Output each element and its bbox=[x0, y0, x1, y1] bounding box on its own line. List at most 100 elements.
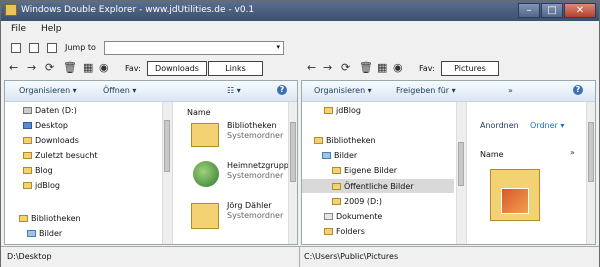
tree-item[interactable]: Bilder bbox=[27, 229, 62, 238]
tree-item[interactable]: jdBlog bbox=[23, 181, 60, 190]
tree-item-label: Desktop bbox=[35, 121, 68, 130]
arrange-dropdown[interactable]: Ordner ▾ bbox=[530, 121, 564, 130]
folder-icon bbox=[332, 167, 341, 174]
back-icon[interactable]: ← bbox=[9, 62, 18, 73]
right-fav-label: Fav: bbox=[419, 64, 435, 73]
tree-item[interactable]: jdBlog bbox=[324, 106, 361, 115]
refresh-icon[interactable]: ⟳ bbox=[341, 62, 350, 73]
more-commands-button[interactable]: » bbox=[508, 86, 513, 95]
tree-item-label: Bilder bbox=[334, 151, 358, 160]
folder-icon bbox=[332, 198, 341, 205]
tree-item-label: Bibliotheken bbox=[326, 136, 376, 145]
more-columns-icon[interactable]: » bbox=[570, 148, 575, 157]
file-name[interactable]: Bibliotheken bbox=[227, 121, 277, 130]
documents-icon bbox=[324, 213, 333, 220]
status-bar: D:\Desktop C:\Users\Public\Pictures bbox=[1, 246, 599, 267]
tree-item[interactable]: Daten (D:) bbox=[23, 106, 77, 115]
file-type: Systemordner bbox=[227, 171, 284, 180]
tree-item-label: Blog bbox=[35, 166, 53, 175]
close-button[interactable]: ✕ bbox=[564, 3, 596, 18]
right-tree-scrollbar[interactable] bbox=[456, 102, 466, 244]
open-button[interactable]: Öffnen ▾ bbox=[103, 86, 136, 95]
delete-icon[interactable]: 🗑 bbox=[359, 62, 373, 73]
tree-item-label: Downloads bbox=[35, 136, 79, 145]
title-bar[interactable]: Windows Double Explorer - www.jdUtilitie… bbox=[1, 1, 599, 21]
tree-item[interactable]: Blog bbox=[23, 166, 53, 175]
folder-icon bbox=[324, 228, 333, 235]
folder-icon bbox=[332, 183, 341, 190]
tree-item[interactable]: Downloads bbox=[23, 136, 79, 145]
view-icon[interactable]: ▦ bbox=[83, 62, 93, 73]
views-button[interactable]: ☷ ▾ bbox=[227, 86, 241, 95]
dropdown-arrow-icon[interactable]: ▾ bbox=[276, 43, 280, 51]
right-status-path: C:\Users\Public\Pictures bbox=[304, 252, 399, 261]
menu-file[interactable]: File bbox=[11, 24, 26, 34]
scrollbar-thumb[interactable] bbox=[588, 122, 594, 182]
name-column-header[interactable]: Name bbox=[187, 108, 211, 117]
right-nav-bar: ← → ⟳ 🗑 ▦ ◉ Fav: Pictures bbox=[301, 59, 599, 79]
tree-item[interactable]: Desktop bbox=[23, 121, 68, 130]
organize-button[interactable]: Organisieren ▾ bbox=[19, 86, 77, 95]
back-icon[interactable]: ← bbox=[307, 62, 316, 73]
left-command-bar: Organisieren ▾ Öffnen ▾ ☷ ▾ ? bbox=[5, 81, 297, 102]
tree-item[interactable]: Öffentliche Bilder bbox=[332, 182, 414, 191]
file-name[interactable]: Heimnetzgruppe bbox=[227, 161, 294, 170]
tree-item[interactable]: 2009 (D:) bbox=[332, 197, 382, 206]
recent-icon bbox=[23, 152, 32, 159]
single-pane-icon[interactable] bbox=[11, 43, 21, 53]
minimize-button[interactable]: – bbox=[518, 3, 540, 18]
tree-item[interactable]: Bilder bbox=[322, 151, 357, 160]
tree-item[interactable]: Folders bbox=[324, 227, 365, 236]
tree-item-label: Folders bbox=[336, 227, 365, 236]
user-folder-icon bbox=[191, 203, 219, 229]
jump-input[interactable]: ▾ bbox=[104, 41, 284, 55]
folder-icon bbox=[23, 167, 32, 174]
name-column-header[interactable]: Name bbox=[480, 150, 504, 159]
refresh-icon[interactable]: ⟳ bbox=[45, 62, 54, 73]
right-tab-pictures[interactable]: Pictures bbox=[441, 61, 499, 76]
forward-icon[interactable]: → bbox=[27, 62, 36, 73]
tree-item-label: Dokumente bbox=[336, 212, 383, 221]
tree-item-label: Zuletzt besucht bbox=[35, 151, 98, 160]
tree-item[interactable]: Bibliotheken bbox=[314, 136, 376, 145]
toggle-pane-icon[interactable] bbox=[47, 43, 57, 53]
eye-icon[interactable]: ◉ bbox=[99, 62, 109, 73]
organize-button[interactable]: Organisieren ▾ bbox=[314, 86, 372, 95]
scrollbar-thumb[interactable] bbox=[290, 122, 296, 182]
tree-item-label: Öffentliche Bilder bbox=[344, 182, 414, 191]
left-pane: Organisieren ▾ Öffnen ▾ ☷ ▾ ? Daten (D:)… bbox=[4, 80, 298, 245]
tree-item-label: Daten (D:) bbox=[35, 106, 77, 115]
tree-item[interactable]: Eigene Bilder bbox=[332, 166, 397, 175]
scrollbar-thumb[interactable] bbox=[164, 120, 170, 172]
pictures-icon bbox=[27, 230, 36, 237]
homegroup-icon bbox=[193, 161, 219, 187]
downloads-icon bbox=[23, 137, 32, 144]
scrollbar-thumb[interactable] bbox=[458, 142, 464, 186]
splitter[interactable] bbox=[466, 102, 467, 244]
tree-item-label: Bibliotheken bbox=[31, 214, 81, 223]
tree-item[interactable]: Dokumente bbox=[324, 212, 382, 221]
left-tab-downloads[interactable]: Downloads bbox=[147, 61, 207, 76]
left-file-scrollbar[interactable] bbox=[288, 102, 297, 244]
maximize-button[interactable]: □ bbox=[541, 3, 563, 18]
help-icon[interactable]: ? bbox=[277, 85, 287, 95]
tree-item[interactable]: Zuletzt besucht bbox=[23, 151, 98, 160]
left-tree-scrollbar[interactable] bbox=[162, 102, 172, 244]
splitter[interactable] bbox=[172, 102, 173, 244]
menu-help[interactable]: Help bbox=[41, 24, 62, 34]
thumbnail-preview bbox=[501, 188, 529, 214]
left-fav-label: Fav: bbox=[125, 64, 141, 73]
left-tab-links[interactable]: Links bbox=[208, 61, 263, 76]
folder-icon bbox=[324, 107, 333, 114]
help-icon[interactable]: ? bbox=[573, 85, 583, 95]
delete-icon[interactable]: 🗑 bbox=[63, 62, 77, 73]
view-icon[interactable]: ▦ bbox=[377, 62, 387, 73]
split-pane-icon[interactable] bbox=[29, 43, 39, 53]
eye-icon[interactable]: ◉ bbox=[393, 62, 403, 73]
tree-item[interactable]: Bibliotheken bbox=[19, 214, 81, 223]
file-name[interactable]: Jörg Dähler bbox=[227, 201, 272, 210]
share-button[interactable]: Freigeben für ▾ bbox=[396, 86, 456, 95]
forward-icon[interactable]: → bbox=[323, 62, 332, 73]
right-file-scrollbar[interactable] bbox=[586, 102, 595, 244]
right-command-bar: Organisieren ▾ Freigeben für ▾ » ? bbox=[302, 81, 595, 102]
